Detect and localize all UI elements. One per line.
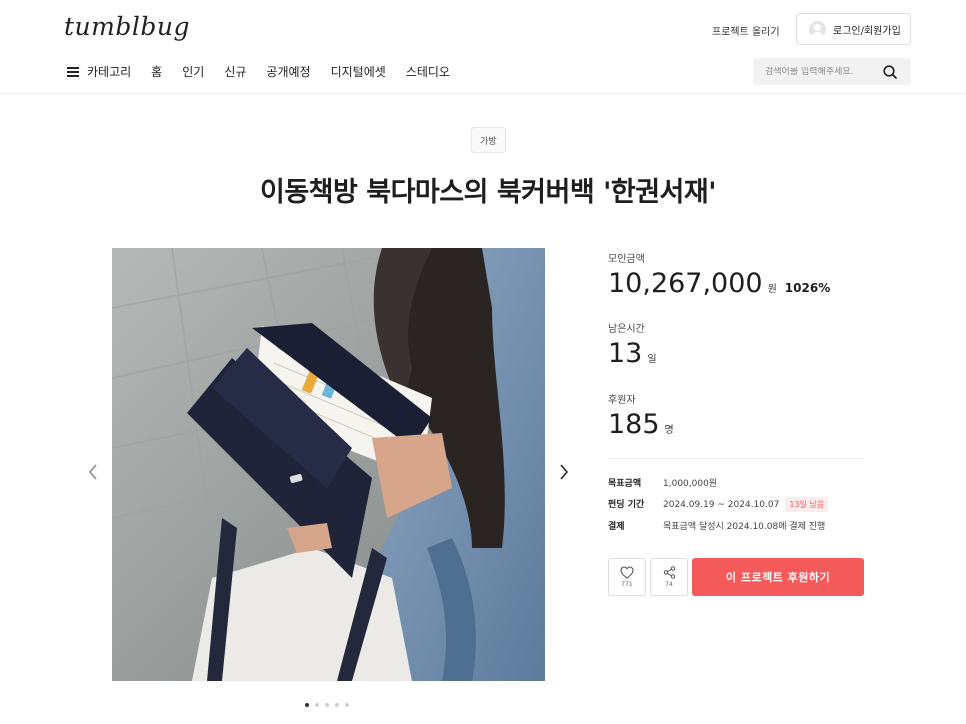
amount-number: 10,267,000	[608, 268, 763, 299]
period-dates: 2024.09.19 ~ 2024.10.07	[663, 499, 780, 510]
period-value: 2024.09.19 ~ 2024.10.07 13일 남음	[663, 497, 829, 512]
search-icon[interactable]	[882, 64, 898, 80]
back-project-button[interactable]: 이 프로젝트 후원하기	[692, 558, 864, 596]
login-signup-button[interactable]: 로그인/회원가입	[796, 13, 911, 45]
nav-category-label: 카테고리	[87, 65, 132, 79]
nav-item-upcoming[interactable]: 공개예정	[266, 63, 310, 80]
nav-category[interactable]: 카테고리	[67, 63, 131, 80]
carousel-dot-5[interactable]	[345, 703, 349, 707]
share-button[interactable]: 74	[650, 558, 688, 596]
login-signup-label: 로그인/회원가입	[833, 25, 901, 37]
tumblbug-logo[interactable]: tumblbug	[64, 12, 190, 41]
menu-icon	[67, 66, 79, 77]
carousel-dot-4[interactable]	[335, 703, 339, 707]
project-photo-illustration	[112, 248, 545, 681]
backers-label: 후원자	[608, 395, 636, 406]
goal-label: 목표금액	[608, 479, 642, 489]
remaining-label: 남은시간	[608, 324, 645, 335]
stats-divider	[608, 458, 864, 459]
main-nav: 카테고리 홈 인기 신규 공개예정 디지털에셋 스테디오	[67, 63, 470, 80]
amount-label: 모인금액	[608, 254, 645, 265]
remaining-value: 13 일	[608, 338, 657, 369]
backers-value: 185 명	[608, 409, 674, 440]
prev-image-arrow-icon[interactable]	[86, 463, 100, 481]
amount-value: 10,267,000 원 1026%	[608, 268, 830, 299]
carousel-dot-2[interactable]	[315, 703, 319, 707]
next-image-arrow-icon[interactable]	[557, 463, 571, 481]
search-input[interactable]	[753, 66, 878, 77]
payment-value: 목표금액 달성시 2024.10.08에 결제 진행	[663, 522, 826, 532]
nav-item-popular[interactable]: 인기	[182, 63, 204, 80]
backers-number: 185	[608, 409, 660, 440]
user-avatar-icon	[809, 20, 826, 38]
carousel-dot-3[interactable]	[325, 703, 329, 707]
achievement-percent: 1026%	[784, 281, 831, 295]
like-button[interactable]: 771	[608, 558, 646, 596]
share-icon	[663, 566, 675, 579]
carousel-dot-1[interactable]	[305, 703, 309, 707]
nav-item-new[interactable]: 신규	[224, 63, 246, 80]
nav-item-home[interactable]: 홈	[151, 63, 162, 80]
project-main-image	[112, 248, 545, 681]
goal-value: 1,000,000원	[663, 479, 718, 489]
category-tag[interactable]: 가방	[471, 127, 506, 153]
remaining-number: 13	[608, 338, 643, 369]
search-box	[753, 58, 911, 85]
carousel-dots	[305, 703, 349, 707]
upload-project-link[interactable]: 프로젝트 올리기	[712, 23, 780, 38]
site-header: tumblbug 프로젝트 올리기 로그인/회원가입 카테고리 홈 인기 신규 …	[0, 0, 966, 94]
nav-item-digital-assets[interactable]: 디지털에셋	[331, 63, 386, 80]
project-title: 이동책방 북다마스의 북커버백 '한권서재'	[259, 177, 717, 208]
amount-unit: 원	[767, 284, 777, 295]
days-left-badge: 13일 남음	[785, 497, 829, 512]
heart-icon	[620, 566, 634, 579]
like-count: 771	[621, 581, 633, 588]
payment-label: 결제	[608, 522, 625, 532]
period-label: 펀딩 기간	[608, 500, 645, 510]
backers-unit: 명	[664, 425, 674, 436]
nav-item-studio[interactable]: 스테디오	[406, 63, 450, 80]
share-count: 74	[665, 581, 673, 588]
remaining-unit: 일	[647, 354, 657, 365]
